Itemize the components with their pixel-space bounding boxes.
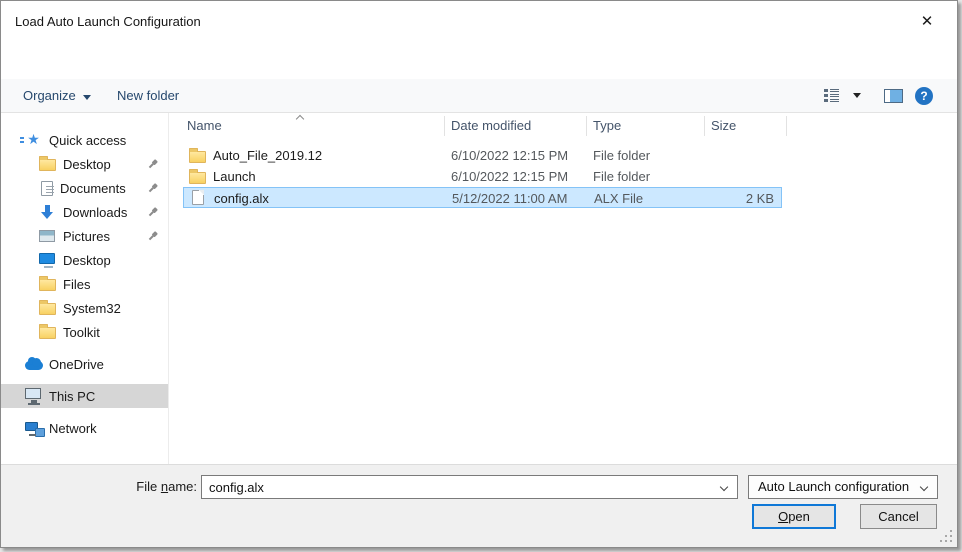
folder-icon xyxy=(39,159,56,171)
file-type: ALX File xyxy=(594,188,643,209)
picture-icon xyxy=(39,230,55,242)
sidebar-item-label: Desktop xyxy=(63,253,111,268)
document-icon xyxy=(41,181,53,196)
sidebar-item-label: Network xyxy=(49,421,97,436)
new-folder-button[interactable]: New folder xyxy=(117,79,179,112)
sidebar-item-label: Quick access xyxy=(49,133,126,148)
sidebar-item-system32[interactable]: System32 xyxy=(1,296,168,320)
sidebar-item-network[interactable]: Network xyxy=(1,416,168,440)
sidebar-item-desktop-pinned[interactable]: Desktop xyxy=(1,152,168,176)
column-divider[interactable] xyxy=(786,116,787,136)
column-divider[interactable] xyxy=(704,116,705,136)
file-dialog-window: Load Auto Launch Configuration ✕ ← → ↑ T… xyxy=(0,0,958,548)
file-row-launch[interactable]: Launch 6/10/2022 12:15 PM File folder xyxy=(183,166,782,187)
preview-pane-button[interactable] xyxy=(884,89,903,103)
sidebar-item-this-pc[interactable]: This PC xyxy=(1,384,168,408)
file-date-modified: 5/12/2022 11:00 AM xyxy=(452,188,567,209)
folder-icon xyxy=(189,172,206,184)
sidebar-item-files[interactable]: Files xyxy=(1,272,168,296)
sidebar-item-label: Downloads xyxy=(63,205,127,220)
pin-icon xyxy=(146,229,160,243)
sidebar-item-quick-access[interactable]: ★ Quick access xyxy=(1,128,168,152)
folder-icon xyxy=(189,151,206,163)
file-name-combo xyxy=(201,475,738,499)
pin-icon xyxy=(146,181,160,195)
sidebar-item-downloads[interactable]: Downloads xyxy=(1,200,168,224)
file-name-label: File name: xyxy=(1,479,197,494)
close-button[interactable]: ✕ xyxy=(907,7,947,35)
folder-icon xyxy=(39,327,56,339)
folder-icon xyxy=(39,279,56,291)
sidebar-item-onedrive[interactable]: OneDrive xyxy=(1,352,168,376)
cancel-label: Cancel xyxy=(878,509,918,524)
chevron-down-icon[interactable] xyxy=(720,483,728,491)
window-title: Load Auto Launch Configuration xyxy=(15,1,201,43)
sidebar-item-documents[interactable]: Documents xyxy=(1,176,168,200)
file-type-select[interactable]: Auto Launch configuration xyxy=(748,475,938,499)
navigation-sidebar: ★ Quick access Desktop Documents Downloa… xyxy=(1,113,169,464)
details-view-icon xyxy=(824,89,839,103)
title-bar: Load Auto Launch Configuration ✕ xyxy=(1,1,957,41)
download-arrow-icon xyxy=(39,204,56,220)
new-folder-label: New folder xyxy=(117,88,179,103)
sidebar-item-label: This PC xyxy=(49,389,95,404)
file-date-modified: 6/10/2022 12:15 PM xyxy=(451,166,568,187)
dropdown-arrow-icon xyxy=(83,95,91,100)
network-icon xyxy=(25,422,38,431)
file-type: File folder xyxy=(593,145,650,166)
desktop-monitor-icon xyxy=(39,253,55,264)
file-icon xyxy=(192,190,204,205)
sidebar-item-label: Pictures xyxy=(63,229,110,244)
sidebar-item-toolkit[interactable]: Toolkit xyxy=(1,320,168,344)
file-name-input[interactable] xyxy=(203,477,713,497)
column-header-name[interactable]: Name xyxy=(187,113,222,139)
sidebar-item-pictures[interactable]: Pictures xyxy=(1,224,168,248)
command-bar: Organize New folder ? xyxy=(1,79,957,113)
help-button[interactable]: ? xyxy=(915,87,933,105)
file-name: config.alx xyxy=(214,188,269,209)
onedrive-cloud-icon xyxy=(25,361,43,370)
cancel-button[interactable]: Cancel xyxy=(860,504,937,529)
file-size: 2 KB xyxy=(684,188,774,209)
open-button[interactable]: Open xyxy=(752,504,836,529)
sidebar-item-label: System32 xyxy=(63,301,121,316)
file-name: Auto_File_2019.12 xyxy=(213,145,322,166)
resize-grip[interactable] xyxy=(940,530,952,542)
folder-icon xyxy=(39,303,56,315)
quick-access-star-icon: ★ xyxy=(25,132,42,148)
file-row-config-selected[interactable]: config.alx 5/12/2022 11:00 AM ALX File 2… xyxy=(183,187,782,208)
file-name: Launch xyxy=(213,166,256,187)
sidebar-item-label: Documents xyxy=(60,181,126,196)
sidebar-item-desktop[interactable]: Desktop xyxy=(1,248,168,272)
help-icon: ? xyxy=(920,89,927,103)
chevron-down-icon xyxy=(920,483,928,491)
change-view-button[interactable] xyxy=(824,89,839,108)
view-dropdown-arrow-icon[interactable] xyxy=(853,93,861,98)
file-type-value: Auto Launch configuration xyxy=(758,479,909,494)
column-divider[interactable] xyxy=(444,116,445,136)
computer-icon xyxy=(25,388,41,399)
column-header-type[interactable]: Type xyxy=(593,113,621,139)
sidebar-item-label: Files xyxy=(63,277,90,292)
column-header-size[interactable]: Size xyxy=(711,113,736,139)
organize-button[interactable]: Organize xyxy=(23,79,91,112)
column-divider[interactable] xyxy=(586,116,587,136)
file-list-pane: Name Date modified Type Size Auto_File_2… xyxy=(169,113,957,464)
column-header-date-modified[interactable]: Date modified xyxy=(451,113,531,139)
sort-ascending-icon xyxy=(296,115,304,123)
navigation-bar: ← → ↑ This PC OSDisk (C:) SoftDocs ↻ xyxy=(1,41,957,79)
pin-icon xyxy=(146,205,160,219)
file-type: File folder xyxy=(593,166,650,187)
file-date-modified: 6/10/2022 12:15 PM xyxy=(451,145,568,166)
sidebar-item-label: OneDrive xyxy=(49,357,104,372)
sidebar-item-label: Desktop xyxy=(63,157,111,172)
dialog-footer: File name: Auto Launch configuration Ope… xyxy=(1,464,957,547)
sidebar-item-label: Toolkit xyxy=(63,325,100,340)
organize-label: Organize xyxy=(23,88,76,103)
file-row-auto-file[interactable]: Auto_File_2019.12 6/10/2022 12:15 PM Fil… xyxy=(183,145,782,166)
pin-icon xyxy=(146,157,160,171)
close-icon: ✕ xyxy=(921,12,934,30)
